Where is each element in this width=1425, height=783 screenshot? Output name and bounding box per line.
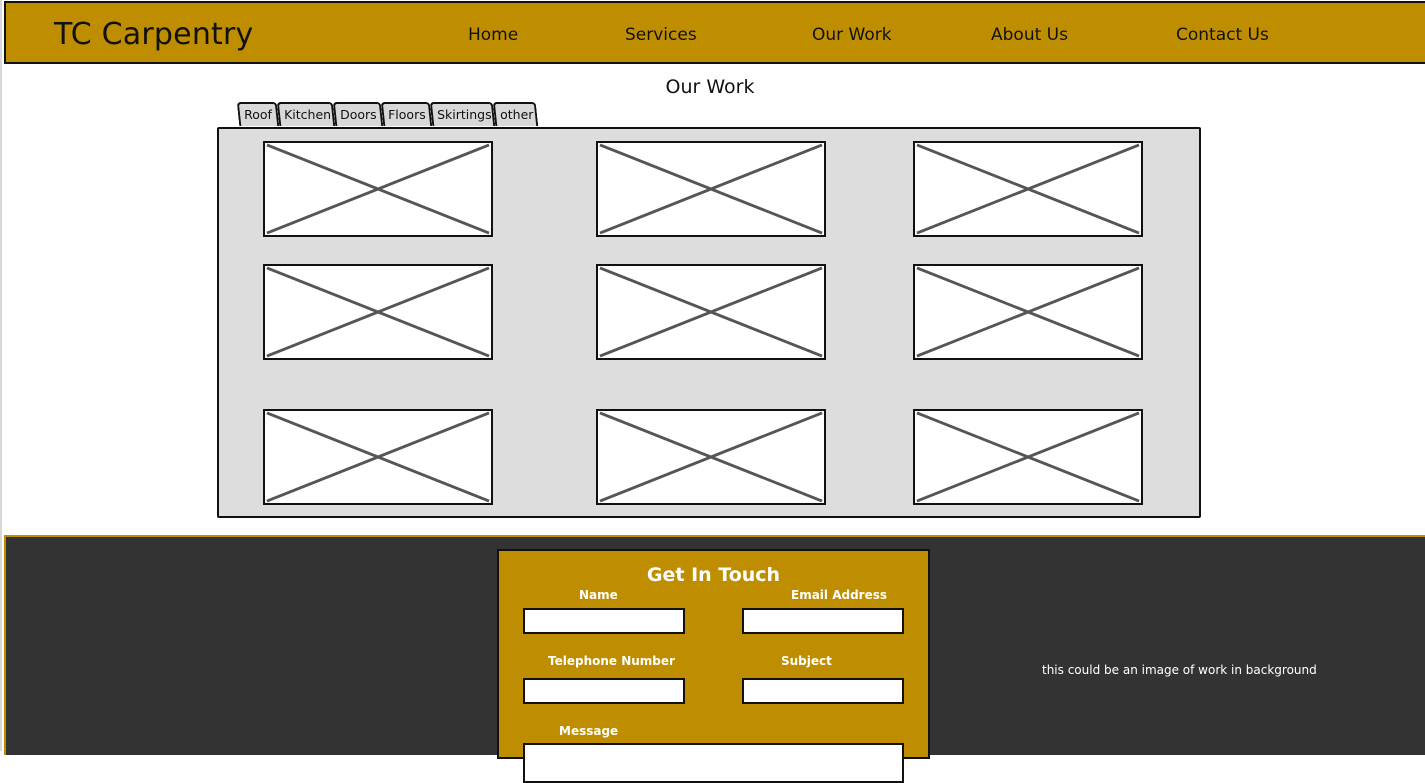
work-gallery (217, 127, 1201, 518)
email-label: Email Address (791, 588, 888, 602)
message-field[interactable] (523, 743, 904, 783)
name-field[interactable] (523, 608, 685, 634)
subject-label: Subject (781, 654, 832, 668)
email-field[interactable] (742, 608, 904, 634)
nav-our-work[interactable]: Our Work (812, 25, 892, 45)
tab-skirtings[interactable]: Skirtings (429, 102, 496, 126)
gallery-image-placeholder[interactable] (263, 141, 493, 237)
page-left-border (0, 0, 2, 751)
gallery-image-placeholder[interactable] (913, 141, 1143, 237)
tab-other[interactable]: other (492, 102, 539, 126)
tab-roof[interactable]: Roof (236, 102, 280, 126)
nav-home[interactable]: Home (468, 25, 518, 45)
nav-contact-us[interactable]: Contact Us (1176, 25, 1269, 45)
site-header: TC Carpentry Home Services Our Work Abou… (4, 1, 1425, 64)
tab-doors[interactable]: Doors (332, 102, 384, 126)
gallery-image-placeholder[interactable] (263, 409, 493, 505)
contact-title: Get In Touch (646, 564, 781, 586)
gallery-image-placeholder[interactable] (596, 264, 826, 360)
telephone-field[interactable] (523, 678, 685, 704)
page-title: Our Work (665, 76, 755, 98)
gallery-image-placeholder[interactable] (596, 409, 826, 505)
message-label: Message (559, 724, 619, 738)
gallery-image-placeholder[interactable] (596, 141, 826, 237)
gallery-image-placeholder[interactable] (263, 264, 493, 360)
telephone-label: Telephone Number (548, 654, 675, 668)
background-image-note: this could be an image of work in backgr… (1042, 663, 1317, 677)
name-label: Name (579, 588, 618, 602)
gallery-image-placeholder[interactable] (913, 409, 1143, 505)
tab-kitchen[interactable]: Kitchen (276, 102, 336, 126)
brand-logo[interactable]: TC Carpentry (54, 17, 253, 52)
contact-form: Get In Touch Name Email Address Telephon… (497, 549, 930, 783)
subject-field[interactable] (742, 678, 904, 704)
nav-services[interactable]: Services (625, 25, 697, 45)
nav-about-us[interactable]: About Us (991, 25, 1068, 45)
tab-floors[interactable]: Floors (380, 102, 433, 126)
gallery-image-placeholder[interactable] (913, 264, 1143, 360)
